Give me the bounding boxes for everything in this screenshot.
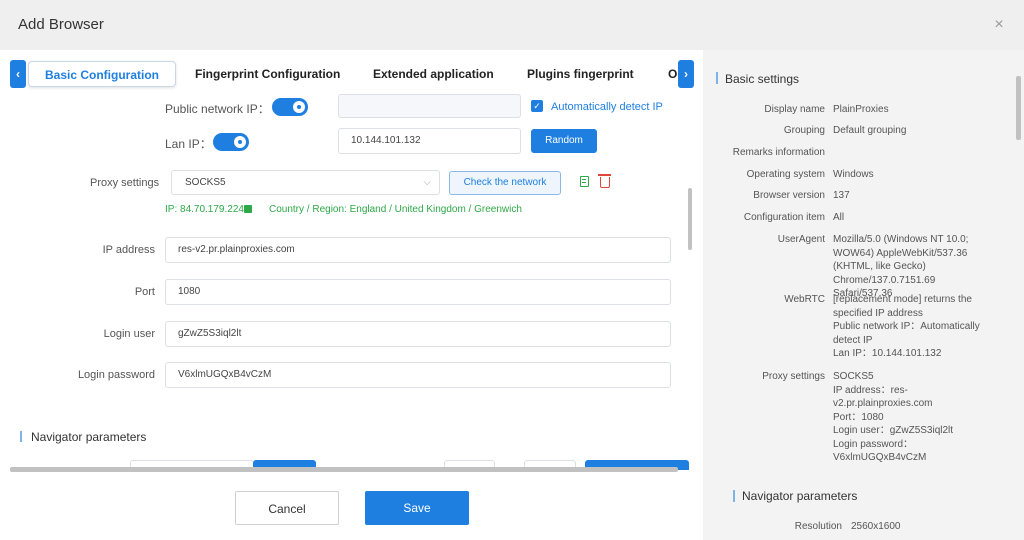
summary-label: Grouping	[783, 125, 825, 136]
summary-label: WebRTC	[784, 294, 825, 305]
proxy-type-select[interactable]: SOCKS5 ⌵	[171, 170, 440, 195]
summary-label: Display name	[764, 104, 825, 115]
login-user-label: Login user	[103, 328, 155, 340]
port-label: Port	[134, 286, 155, 298]
lan-ip-toggle[interactable]	[213, 133, 249, 151]
lan-ip-label: Lan IP：	[165, 137, 212, 151]
summary-label: Remarks information	[732, 147, 825, 158]
tab-basic-configuration[interactable]: Basic Configuration	[28, 61, 176, 87]
summary-label: Proxy settings	[762, 371, 825, 382]
auto-detect-checkbox[interactable]: ✓	[531, 100, 543, 112]
tab-plugins-fingerprint[interactable]: Plugins fingerprint	[527, 61, 634, 87]
tab-extended-application[interactable]: Extended application	[373, 61, 494, 87]
summary-label: Operating system	[746, 169, 825, 180]
public-ip-field[interactable]	[338, 94, 521, 118]
summary-heading: Basic settings	[725, 72, 800, 86]
tab-next-button[interactable]: ›	[678, 60, 694, 88]
summary-label: Browser version	[753, 190, 825, 201]
chevron-down-icon: ⌵	[423, 177, 431, 188]
close-icon[interactable]: ×	[990, 16, 1008, 34]
proxy-location-info: Country / Region: England / United Kingd…	[269, 204, 522, 215]
section-marker	[716, 72, 718, 84]
login-password-label: Login password	[77, 369, 155, 381]
public-ip-label: Public network IP：	[165, 102, 270, 116]
proxy-type-value: SOCKS5	[185, 177, 226, 188]
summary-label: UserAgent	[777, 234, 825, 245]
tab-fingerprint-configuration[interactable]: Fingerprint Configuration	[195, 61, 340, 87]
summary-value: SOCKS5 IP address：res- v2.pr.plainproxie…	[833, 371, 954, 463]
tab-prev-button[interactable]: ‹	[10, 60, 26, 88]
check-network-button[interactable]: Check the network	[449, 171, 561, 195]
summary-label: Configuration item	[743, 212, 825, 223]
summary-value: Mozilla/5.0 (Windows NT 10.0; WOW64) App…	[833, 234, 969, 299]
title-bar: Add Browser ×	[0, 0, 1024, 50]
ip-address-label: IP address	[102, 244, 155, 256]
public-ip-toggle[interactable]	[272, 98, 308, 116]
tab-overflow[interactable]: O	[668, 61, 678, 87]
auto-detect-label: Automatically detect IP	[551, 101, 663, 113]
section-marker	[733, 490, 735, 502]
random-button[interactable]: Random	[531, 129, 597, 153]
login-password-field[interactable]: V6xlmUGQxB4vCzM	[165, 362, 671, 388]
summary-scrollbar[interactable]	[1016, 76, 1021, 140]
lan-ip-field[interactable]: 10.144.101.132	[338, 128, 521, 154]
cancel-button[interactable]: Cancel	[235, 491, 339, 525]
summary-value: All	[833, 212, 845, 223]
proxy-ip-info: IP: 84.70.179.224	[165, 204, 244, 215]
summary-value: 137	[833, 190, 850, 201]
login-user-field[interactable]: gZwZ5S3iql2lt	[165, 321, 671, 347]
navigator-heading: Navigator parameters	[31, 430, 147, 444]
proxy-settings-label: Proxy settings	[90, 177, 160, 189]
save-button[interactable]: Save	[365, 491, 469, 525]
summary-value: PlainProxies	[833, 104, 889, 115]
document-icon[interactable]	[580, 176, 589, 187]
port-field[interactable]: 1080	[165, 279, 671, 305]
summary-navigator-heading: Navigator parameters	[742, 489, 858, 503]
horizontal-scrollbar[interactable]	[10, 467, 678, 472]
resolution-value: 2560x1600	[851, 521, 901, 532]
summary-value: Default grouping	[833, 125, 907, 136]
copy-icon[interactable]	[244, 205, 252, 213]
vertical-scrollbar[interactable]	[688, 188, 692, 250]
dialog-title: Add Browser	[18, 16, 104, 33]
main-panel: ‹ Basic Configuration Fingerprint Config…	[0, 50, 703, 540]
summary-value: [replacement mode] returns the specified…	[833, 294, 980, 359]
ip-address-field[interactable]: res-v2.pr.plainproxies.com	[165, 237, 671, 263]
resolution-label: Resolution	[794, 521, 842, 532]
summary-value: Windows	[833, 169, 874, 180]
section-marker	[20, 431, 22, 442]
delete-icon[interactable]	[598, 174, 611, 188]
summary-panel: Basic settings Display name PlainProxies…	[703, 50, 1024, 540]
